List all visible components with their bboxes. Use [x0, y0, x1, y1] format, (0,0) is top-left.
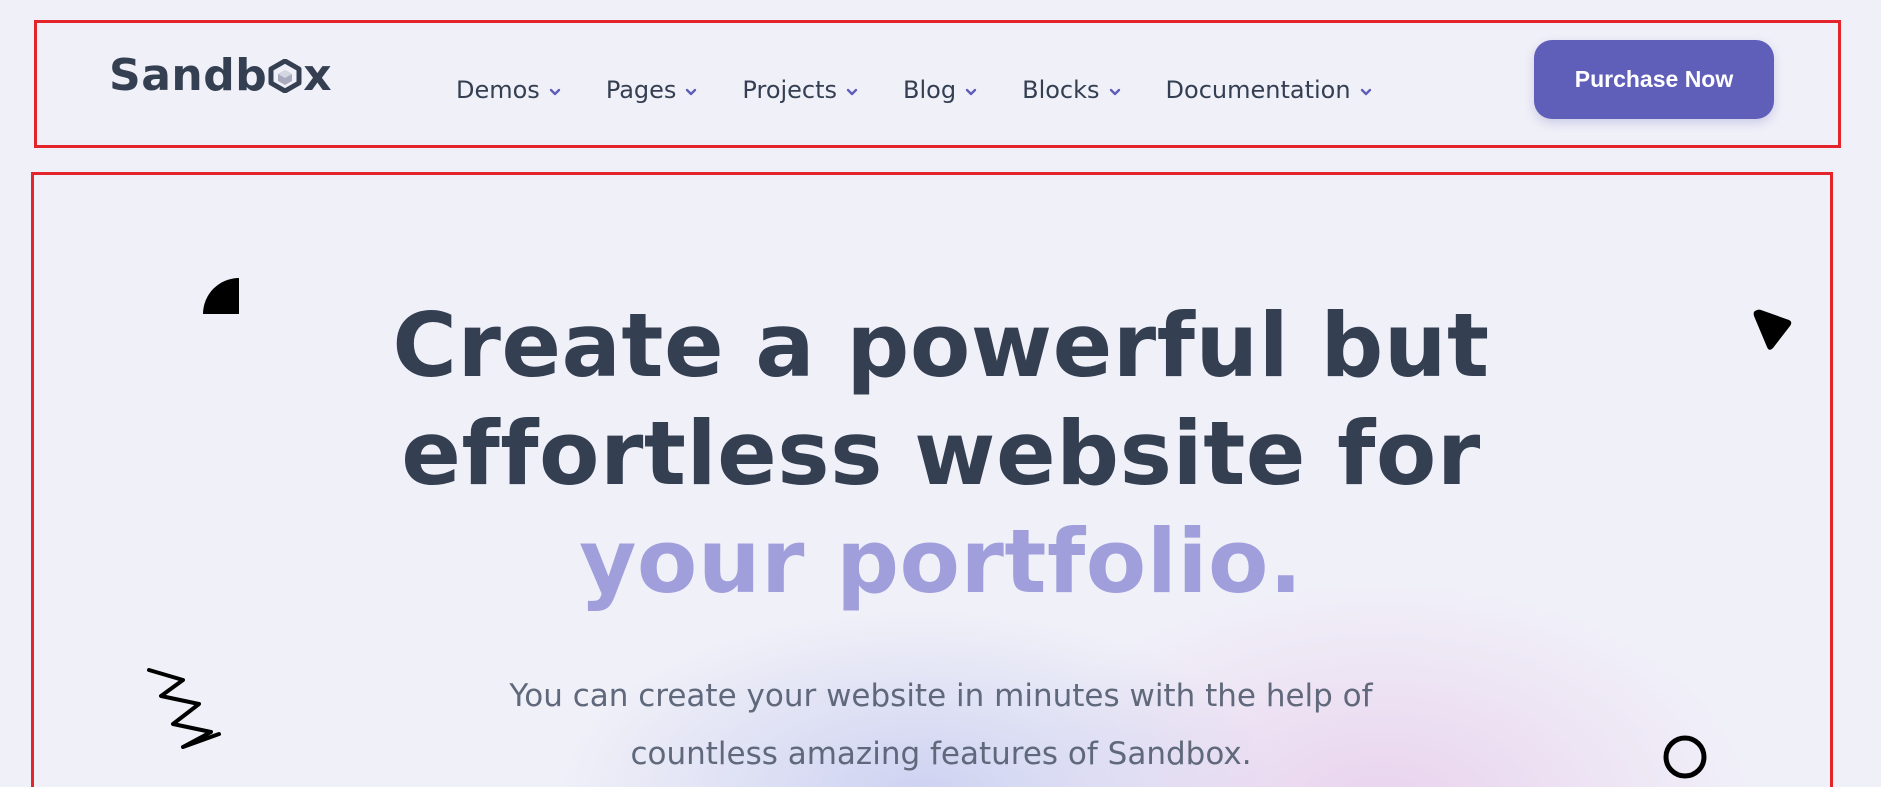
- nav-item-label: Demos: [456, 76, 540, 104]
- hero-title-line-1: Create a powerful but: [392, 294, 1490, 397]
- hero-title: Create a powerful but effortless website…: [31, 292, 1833, 616]
- logo[interactable]: Sandb x: [109, 54, 332, 98]
- nav-item-documentation[interactable]: Documentation: [1166, 78, 1373, 102]
- nav-item-pages[interactable]: Pages: [606, 78, 699, 102]
- hexagon-cube-icon: [268, 57, 302, 94]
- chevron-down-icon: [1360, 88, 1371, 96]
- nav-item-blocks[interactable]: Blocks: [1022, 78, 1121, 102]
- nav-item-blog[interactable]: Blog: [903, 78, 978, 102]
- hero-title-line-2: effortless website for: [401, 402, 1481, 505]
- logo-text-end: x: [303, 50, 333, 101]
- chevron-down-icon: [686, 88, 697, 96]
- nav-item-label: Documentation: [1165, 76, 1351, 104]
- nav-item-projects[interactable]: Projects: [742, 78, 859, 102]
- hero-section: Create a powerful but effortless website…: [31, 172, 1833, 787]
- hero-title-accent: your portfolio.: [579, 510, 1303, 613]
- chevron-down-icon: [549, 88, 561, 96]
- chevron-down-icon: [1109, 88, 1120, 96]
- nav-item-label: Projects: [742, 76, 838, 104]
- purchase-now-button[interactable]: Purchase Now: [1534, 40, 1774, 119]
- nav-item-label: Pages: [605, 76, 677, 104]
- hero-subtitle: You can create your website in minutes w…: [31, 667, 1833, 783]
- main-nav: Demos Pages Projects Blog Blocks Documen…: [456, 78, 1417, 102]
- nav-item-demos[interactable]: Demos: [456, 78, 562, 102]
- logo-text-start: Sandb: [109, 50, 268, 101]
- hero-subtitle-line-1: You can create your website in minutes w…: [509, 678, 1373, 714]
- nav-item-label: Blocks: [1022, 76, 1100, 104]
- hero-subtitle-line-2: countless amazing features of Sandbox.: [630, 736, 1252, 772]
- site-header: Sandb x Demos Pages Projects Blog Blocks: [34, 20, 1841, 148]
- chevron-down-icon: [846, 88, 858, 96]
- chevron-down-icon: [965, 88, 977, 96]
- nav-item-label: Blog: [903, 76, 957, 104]
